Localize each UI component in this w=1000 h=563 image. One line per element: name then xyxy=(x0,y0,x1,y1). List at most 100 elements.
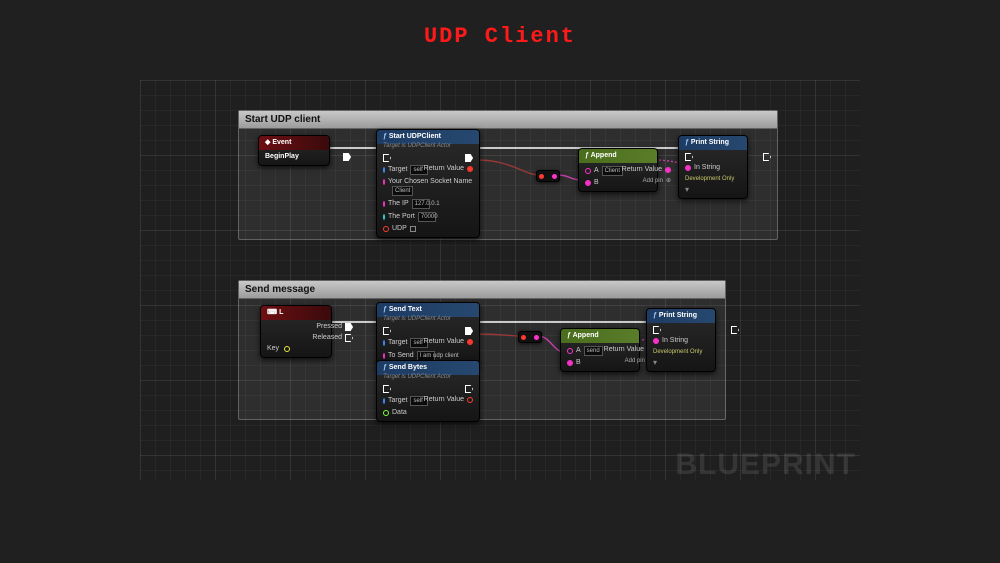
node-event-beginplay[interactable]: ◆ Event BeginPlay xyxy=(258,135,330,166)
pin-label: Released xyxy=(312,334,342,342)
blueprint-canvas[interactable]: Start UDP client ◆ Event BeginPlay ƒ Sta… xyxy=(140,80,860,480)
pin-label: Return Value xyxy=(424,338,464,346)
a-pin[interactable] xyxy=(585,168,591,174)
node-append[interactable]: ƒ Append Asend B Return Value Add pin ⊕ xyxy=(560,328,640,372)
reroute-in[interactable] xyxy=(521,335,526,340)
tosend-pin[interactable] xyxy=(383,353,385,359)
exec-out-pin[interactable] xyxy=(343,153,351,161)
pin-label: Return Value xyxy=(424,165,464,173)
b-pin[interactable] xyxy=(585,180,591,186)
function-icon: ƒ xyxy=(383,133,387,140)
node-header: ƒ Print String xyxy=(679,136,747,150)
node-title: Send Text xyxy=(389,306,422,313)
return-pin[interactable] xyxy=(467,166,473,172)
node-header: ◆ Event BeginPlay xyxy=(259,136,329,150)
exec-in-pin[interactable] xyxy=(383,385,391,393)
target-pin[interactable] xyxy=(383,167,385,173)
target-pin[interactable] xyxy=(383,398,385,404)
pin-value[interactable]: send xyxy=(584,346,603,356)
exec-out-pin[interactable] xyxy=(465,154,473,162)
node-header: ƒ Append xyxy=(579,149,657,163)
node-title: Send Bytes xyxy=(389,364,427,371)
pin-value[interactable]: Client xyxy=(602,166,623,176)
expand-icon[interactable]: ▾ xyxy=(653,359,693,367)
node-print-string[interactable]: ƒ Print String In String Development Onl… xyxy=(646,308,716,372)
function-icon: ƒ xyxy=(567,332,571,339)
node-append[interactable]: ƒ Append AClient B Return Value Add pin … xyxy=(578,148,658,192)
return-pin[interactable] xyxy=(467,397,473,403)
exec-in-pin[interactable] xyxy=(383,327,391,335)
node-subtitle: Target is UDPClient Actor xyxy=(377,316,479,324)
pin-label: To Send xyxy=(388,352,414,360)
udp-pin[interactable] xyxy=(383,226,389,232)
exec-out-pin[interactable] xyxy=(465,327,473,335)
reroute-in[interactable] xyxy=(539,174,544,179)
reroute-node[interactable] xyxy=(536,170,560,182)
socketname-pin[interactable] xyxy=(383,179,385,185)
port-pin[interactable] xyxy=(383,214,385,220)
key-pin[interactable] xyxy=(284,346,290,352)
add-pin-button[interactable]: Add pin xyxy=(643,177,663,185)
pin-value[interactable]: 127.0.0.1 xyxy=(412,199,430,209)
pin-label: Target xyxy=(388,397,407,405)
exec-out-pin[interactable] xyxy=(731,326,739,334)
b-pin[interactable] xyxy=(567,360,573,366)
pin-label: B xyxy=(576,359,581,367)
node-title: Start UDPClient xyxy=(389,133,441,140)
released-exec-pin[interactable] xyxy=(345,334,353,342)
exec-in-pin[interactable] xyxy=(685,153,693,161)
reroute-node[interactable] xyxy=(518,331,542,343)
pin-label: Data xyxy=(392,409,407,417)
ip-pin[interactable] xyxy=(383,201,385,207)
pin-label: The IP xyxy=(388,200,409,208)
target-pin[interactable] xyxy=(383,340,385,346)
reroute-out[interactable] xyxy=(534,335,539,340)
exec-out-pin[interactable] xyxy=(465,385,473,393)
reroute-out[interactable] xyxy=(552,174,557,179)
node-title: Append xyxy=(573,332,599,339)
pin-label: Target xyxy=(388,166,407,174)
node-start-udpclient[interactable]: ƒ Start UDPClient Target is UDPClient Ac… xyxy=(376,129,480,238)
node-print-string[interactable]: ƒ Print String In String Development Onl… xyxy=(678,135,748,199)
function-icon: ƒ xyxy=(383,306,387,313)
return-pin[interactable] xyxy=(467,339,473,345)
exec-out-pin[interactable] xyxy=(763,153,771,161)
pin-label: B xyxy=(594,179,599,187)
pin-label: Key xyxy=(267,345,279,353)
data-pin[interactable] xyxy=(383,410,389,416)
pin-label: Return Value xyxy=(424,396,464,404)
expand-icon[interactable]: ▾ xyxy=(685,186,725,194)
comment-header: Send message xyxy=(239,281,725,299)
a-pin[interactable] xyxy=(567,348,573,354)
function-icon: ƒ xyxy=(685,139,689,146)
node-subtitle: Target is UDPClient Actor xyxy=(377,143,479,151)
dev-only-label: Development Only xyxy=(653,348,702,356)
plus-icon[interactable]: ⊕ xyxy=(666,177,671,185)
dev-only-label: Development Only xyxy=(685,175,734,183)
bool-checkbox[interactable] xyxy=(410,226,416,232)
add-pin-button[interactable]: Add pin xyxy=(625,357,645,365)
pin-value[interactable]: Client xyxy=(392,186,413,196)
exec-in-pin[interactable] xyxy=(383,154,391,162)
node-header: ⌨ L xyxy=(261,306,331,320)
node-header: ƒ Send Bytes xyxy=(377,361,479,375)
node-input-key-l[interactable]: ⌨ L Key Pressed Released xyxy=(260,305,332,358)
node-send-bytes[interactable]: ƒ Send Bytes Target is UDPClient Actor T… xyxy=(376,360,480,422)
pin-label: UDP xyxy=(392,225,407,233)
exec-in-pin[interactable] xyxy=(653,326,661,334)
instring-pin[interactable] xyxy=(653,338,659,344)
node-header: ƒ Print String xyxy=(647,309,715,323)
node-title: Append xyxy=(591,152,617,159)
pin-label: Return Value xyxy=(604,346,644,354)
node-header: ƒ Send Text xyxy=(377,303,479,317)
node-subtitle: Target is UDPClient Actor xyxy=(377,374,479,382)
pin-label: A xyxy=(594,167,599,175)
node-title: Print String xyxy=(691,139,729,146)
pin-label: In String xyxy=(694,164,720,172)
page-title: UDP Client xyxy=(0,24,1000,49)
node-header: ƒ Append xyxy=(561,329,639,343)
return-pin[interactable] xyxy=(665,167,671,173)
instring-pin[interactable] xyxy=(685,165,691,171)
node-send-text[interactable]: ƒ Send Text Target is UDPClient Actor Ta… xyxy=(376,302,480,366)
pressed-exec-pin[interactable] xyxy=(345,323,353,331)
